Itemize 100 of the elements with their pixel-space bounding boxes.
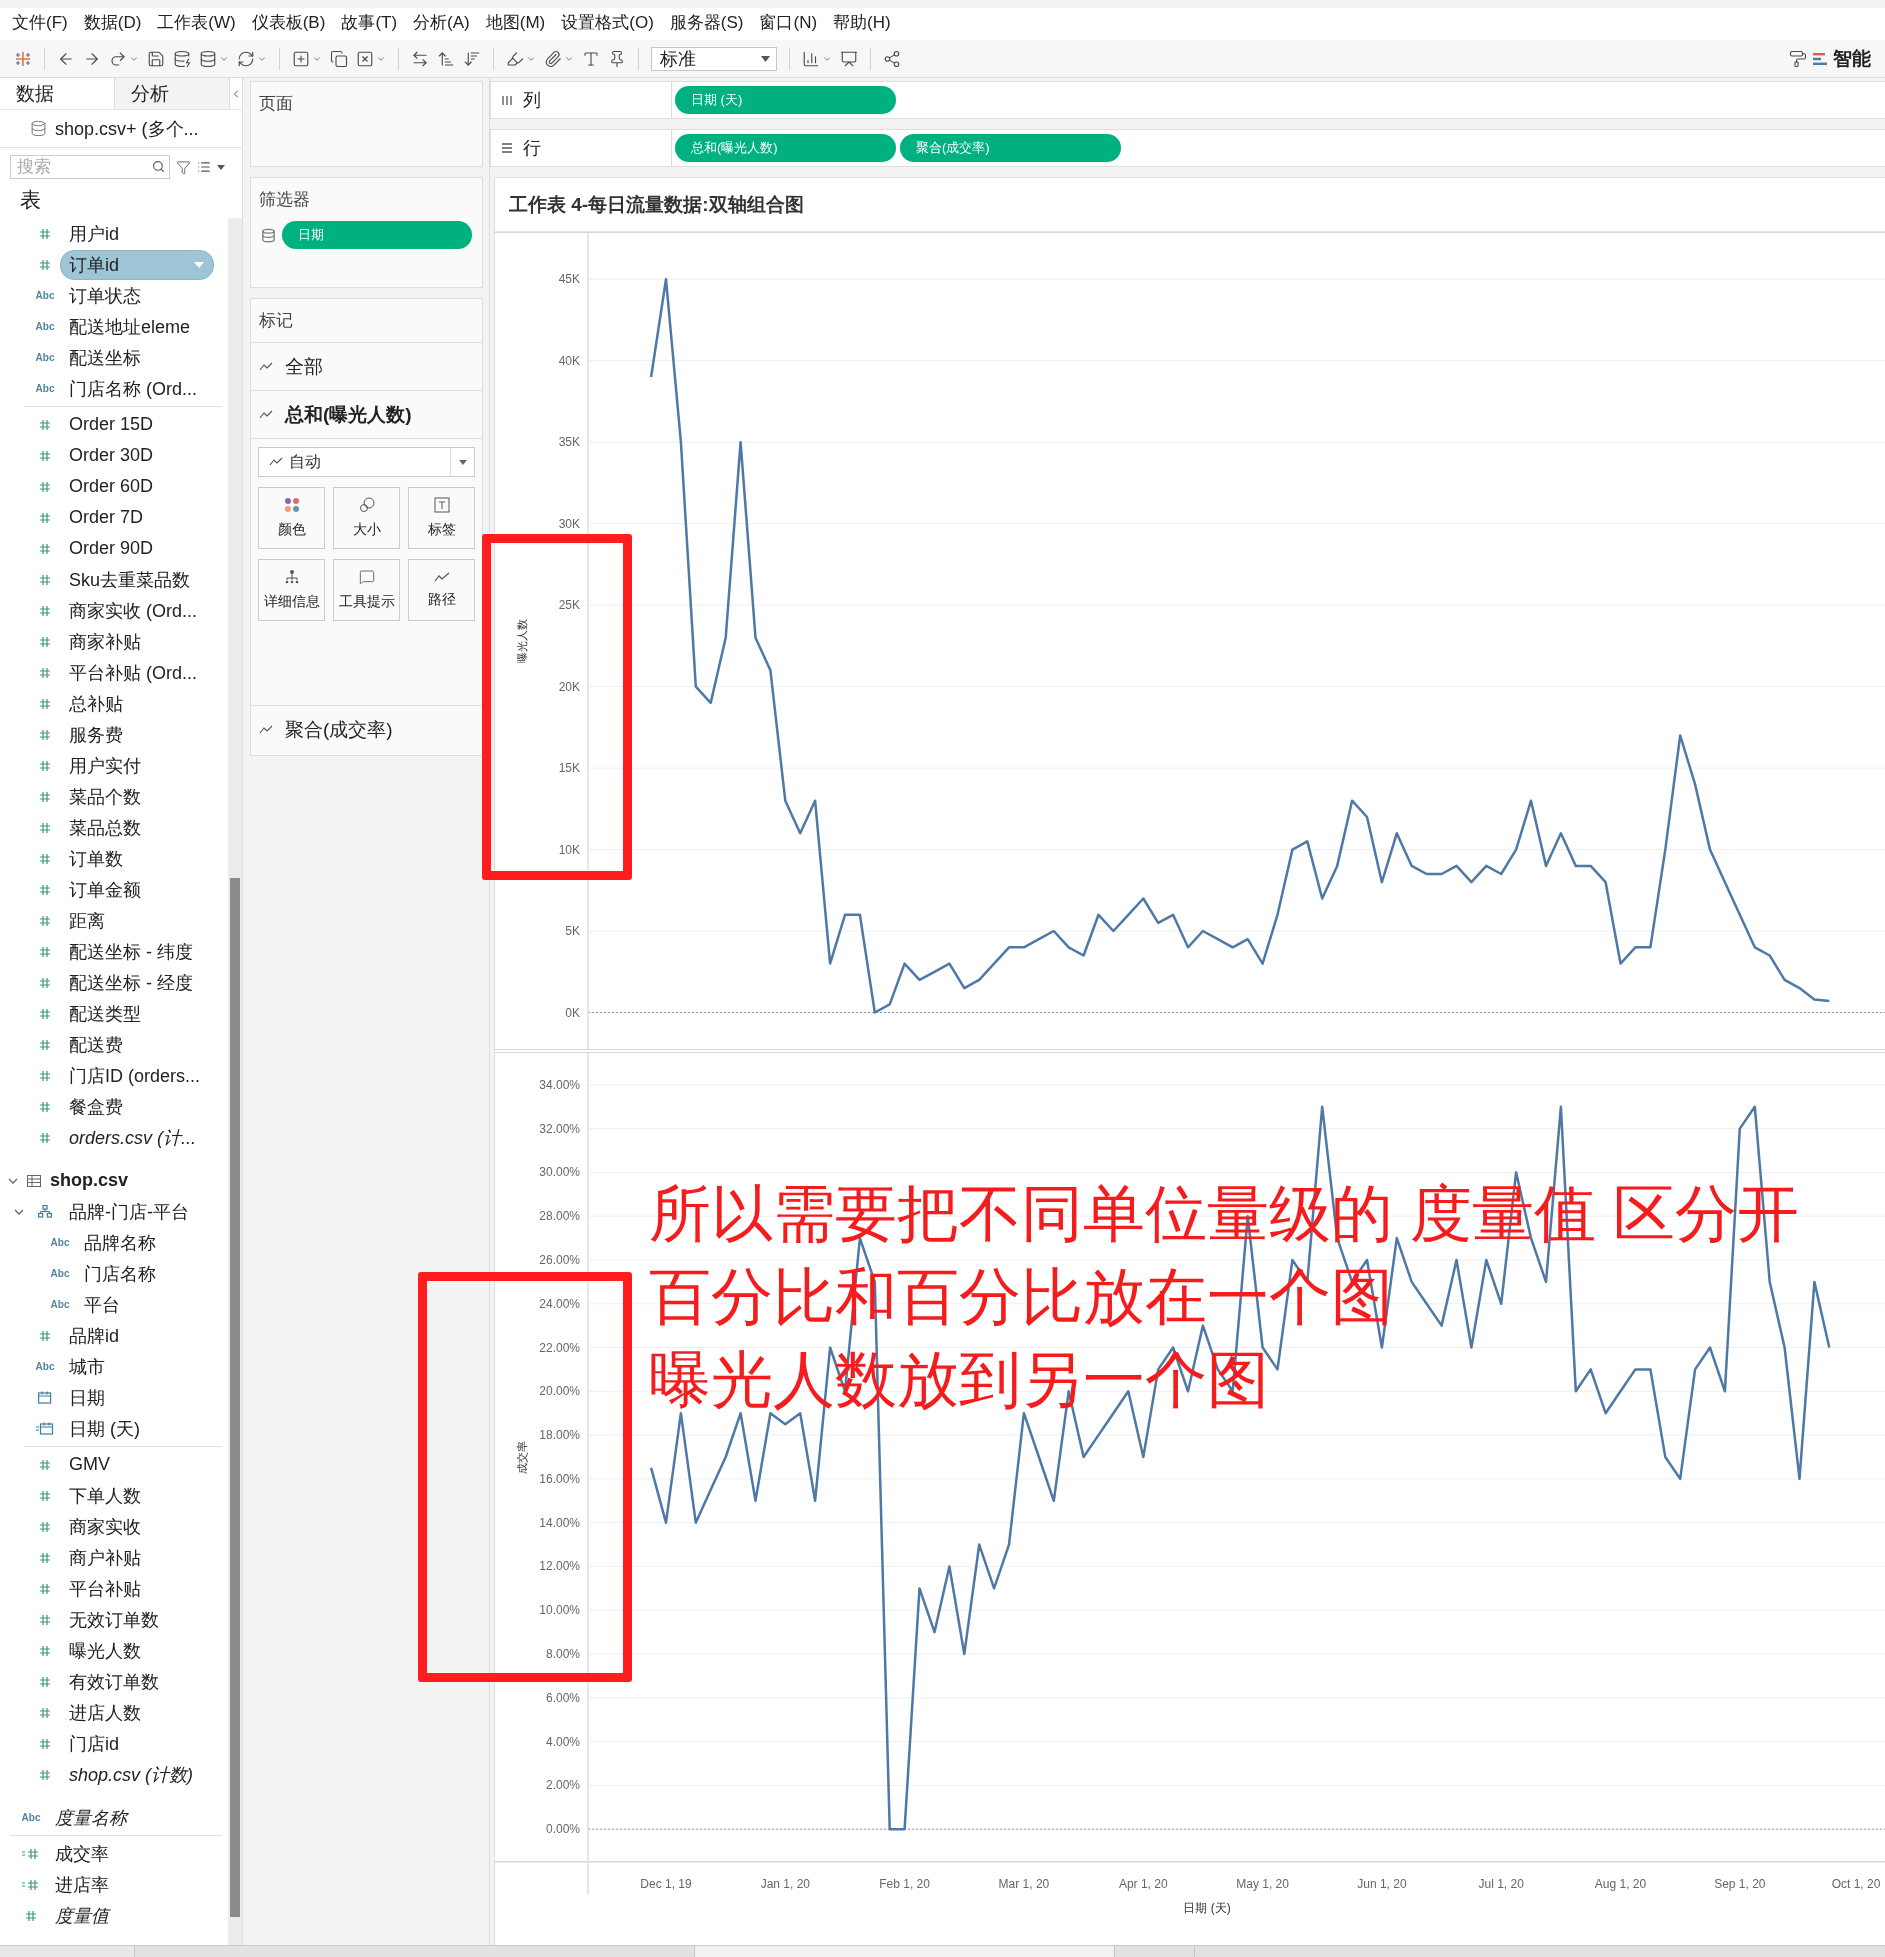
field-item[interactable]: 商家补贴 xyxy=(69,629,141,654)
marks-layer[interactable]: 全部 xyxy=(251,342,482,390)
field-item[interactable]: 日期 xyxy=(69,1385,105,1410)
menu-item[interactable]: 仪表板(B) xyxy=(243,11,334,34)
mark-property-button[interactable]: 路径 xyxy=(408,559,475,621)
field-item[interactable]: Order 30D xyxy=(69,445,154,466)
field-item[interactable]: Order 15D xyxy=(69,414,154,435)
database-icon[interactable] xyxy=(199,49,217,68)
new-worksheet-icon[interactable] xyxy=(292,49,310,68)
swap-icon[interactable] xyxy=(411,49,429,68)
clear-sheet-icon[interactable] xyxy=(356,49,374,68)
field-item[interactable]: 平台 xyxy=(84,1292,120,1317)
menu-item[interactable]: 分析(A) xyxy=(405,11,478,34)
marks-layer[interactable]: 总和(曝光人数) xyxy=(251,390,482,438)
field-item[interactable]: shop.csv (计数) xyxy=(69,1762,194,1787)
filter-icon[interactable] xyxy=(176,159,191,175)
field-item[interactable]: 用户实付 xyxy=(69,753,141,778)
mark-property-button[interactable]: 大小 xyxy=(333,487,400,549)
refresh-icon[interactable] xyxy=(237,49,255,68)
field-item[interactable]: 餐盒费 xyxy=(69,1094,123,1119)
menu-item[interactable]: 服务器(S) xyxy=(661,11,752,34)
sort-ascending-icon[interactable] xyxy=(437,49,455,68)
mark-property-button[interactable]: 标签 xyxy=(408,487,475,549)
field-item[interactable]: 用户id xyxy=(69,221,119,246)
field-item[interactable]: 有效订单数 xyxy=(69,1669,159,1694)
field-item[interactable]: 度量值 xyxy=(55,1903,109,1928)
data-source-name[interactable]: shop.csv+ (多个... xyxy=(55,116,199,141)
highlighter-icon[interactable] xyxy=(506,49,524,68)
caret-icon[interactable] xyxy=(761,55,770,62)
pin-icon[interactable] xyxy=(608,49,626,68)
menu-item[interactable]: 工作表(W) xyxy=(149,11,244,34)
menu-item[interactable]: 文件(F) xyxy=(4,11,76,34)
field-item[interactable]: 平台补贴 (Ord... xyxy=(69,660,197,685)
field-item[interactable]: 城市 xyxy=(69,1354,105,1379)
share-icon[interactable] xyxy=(883,49,901,68)
scrollbar-thumb[interactable] xyxy=(230,878,240,1917)
text-icon[interactable] xyxy=(582,49,600,68)
menu-item[interactable]: 故事(T) xyxy=(333,11,406,34)
field-item[interactable]: 下单人数 xyxy=(69,1483,141,1508)
field-item[interactable]: GMV xyxy=(69,1454,110,1475)
mark-type-dropdown[interactable]: 自动 xyxy=(258,447,475,477)
field-item[interactable]: 配送坐标 - 经度 xyxy=(69,970,193,995)
field-item[interactable]: Order 60D xyxy=(69,476,154,497)
bar-chart-icon[interactable] xyxy=(802,49,820,68)
field-item[interactable]: 平台补贴 xyxy=(69,1576,141,1601)
mark-property-button[interactable]: 颜色 xyxy=(258,487,325,549)
field-item[interactable]: 门店名称 xyxy=(84,1261,156,1286)
field-item[interactable]: 商家实收 (Ord... xyxy=(69,598,197,623)
field-item[interactable]: 品牌-门店-平台 xyxy=(69,1199,189,1224)
paint-roller-icon[interactable] xyxy=(1789,49,1807,68)
caret-icon[interactable] xyxy=(217,164,225,170)
mark-property-button[interactable]: 详细信息 xyxy=(258,559,325,621)
field-item[interactable]: 品牌id xyxy=(69,1323,119,1348)
field-item[interactable]: 商家实收 xyxy=(69,1514,141,1539)
field-item[interactable]: 配送类型 xyxy=(69,1001,141,1026)
field-item[interactable]: 菜品个数 xyxy=(69,784,141,809)
menu-item[interactable]: 窗口(N) xyxy=(751,11,826,34)
field-item[interactable]: 配送地址eleme xyxy=(69,314,191,339)
field-item[interactable]: orders.csv (计... xyxy=(69,1125,197,1150)
field-item[interactable]: 配送坐标 xyxy=(69,345,141,370)
field-item[interactable]: 门店id xyxy=(69,1731,119,1756)
table-name[interactable]: shop.csv xyxy=(50,1170,129,1191)
field-item[interactable]: 服务费 xyxy=(69,722,123,747)
field-item[interactable]: 总补贴 xyxy=(69,691,123,716)
logo-icon[interactable] xyxy=(14,49,32,68)
fit-dropdown[interactable]: 标准 xyxy=(651,46,777,71)
new-data-source-icon[interactable] xyxy=(173,49,191,68)
paperclip-icon[interactable] xyxy=(544,49,562,68)
field-item[interactable]: 度量名称 xyxy=(55,1805,127,1830)
sort-descending-icon[interactable] xyxy=(463,49,481,68)
menu-item[interactable]: 帮助(H) xyxy=(825,11,899,34)
field-item[interactable]: 日期 (天) xyxy=(69,1416,140,1441)
field-item[interactable]: 门店名称 (Ord... xyxy=(69,376,197,401)
field-item[interactable]: 订单id xyxy=(60,249,214,280)
list-view-icon[interactable] xyxy=(197,160,211,174)
field-item[interactable]: 进店率 xyxy=(55,1872,109,1897)
marks-layer[interactable]: 聚合(成交率) xyxy=(251,705,482,753)
redo-icon[interactable] xyxy=(109,49,127,68)
field-item[interactable]: 进店人数 xyxy=(69,1700,141,1725)
menu-item[interactable]: 地图(M) xyxy=(477,11,554,34)
field-item[interactable]: Order 90D xyxy=(69,538,154,559)
field-item[interactable]: Order 7D xyxy=(69,507,144,528)
field-item[interactable]: 配送费 xyxy=(69,1032,123,1057)
save-icon[interactable] xyxy=(147,49,165,68)
field-item[interactable]: 门店ID (orders... xyxy=(69,1063,201,1088)
presentation-icon[interactable] xyxy=(840,49,858,68)
caret-icon[interactable] xyxy=(458,459,467,465)
search-field[interactable]: 搜索 xyxy=(10,155,170,179)
pane-tab[interactable]: 分析 xyxy=(115,78,230,109)
field-item[interactable]: 距离 xyxy=(69,908,105,933)
mark-property-button[interactable]: 工具提示 xyxy=(333,559,400,621)
menu-item[interactable]: 数据(D) xyxy=(75,11,150,34)
field-item[interactable]: 订单状态 xyxy=(69,283,141,308)
duplicate-icon[interactable] xyxy=(330,49,348,68)
field-item[interactable]: 商户补贴 xyxy=(69,1545,141,1570)
field-item[interactable]: 订单数 xyxy=(69,846,123,871)
show-me-button[interactable]: 智能 xyxy=(1813,45,1871,72)
field-item[interactable]: 菜品总数 xyxy=(69,815,141,840)
field-item[interactable]: 品牌名称 xyxy=(84,1230,156,1255)
field-item[interactable]: 配送坐标 - 纬度 xyxy=(69,939,193,964)
